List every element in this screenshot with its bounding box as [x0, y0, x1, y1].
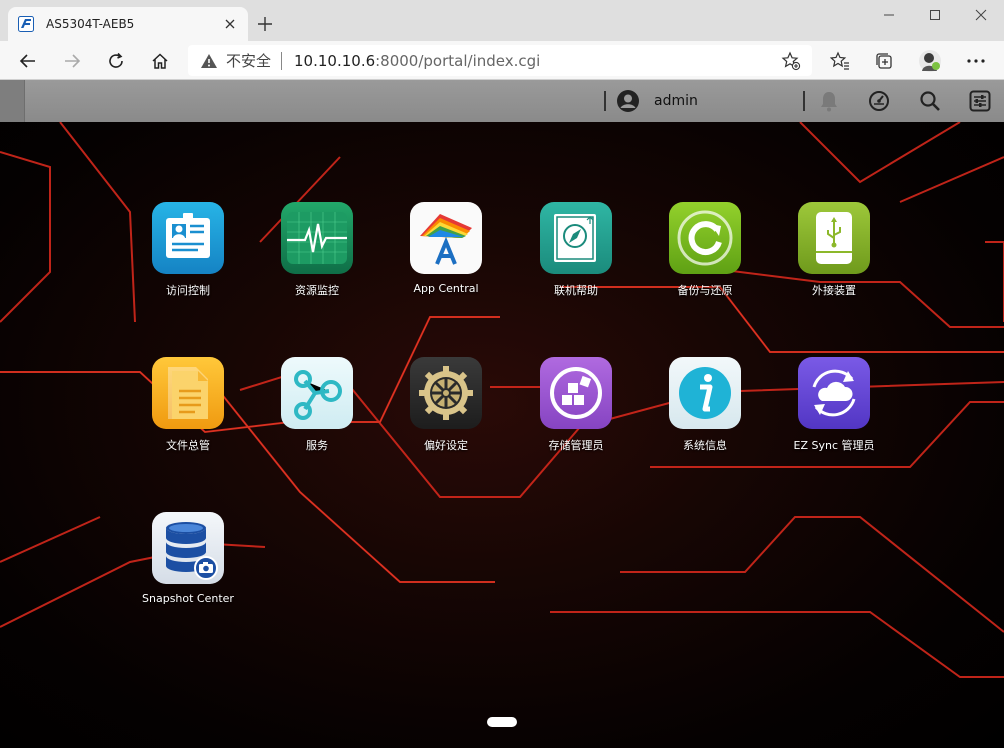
app-storage-manager[interactable]: 存储管理员 — [521, 357, 631, 453]
app-online-help[interactable]: 联机帮助 — [521, 202, 631, 298]
app-label: 联机帮助 — [554, 284, 598, 297]
app-label: 偏好设定 — [424, 439, 468, 452]
app-label: 外接装置 — [812, 284, 856, 297]
app-resource-monitor[interactable]: 资源监控 — [262, 202, 372, 298]
search-icon[interactable] — [918, 89, 942, 113]
forward-button[interactable] — [57, 46, 87, 76]
backup-restore-icon — [669, 202, 741, 274]
app-label: App Central — [413, 282, 479, 295]
browser-toolbar: 不安全 10.10.10.6:8000/portal/index.cgi — [0, 41, 1004, 80]
app-services[interactable]: 服务 — [262, 357, 372, 453]
taskbar-left-block[interactable] — [0, 80, 25, 122]
tab-title: AS5304T-AEB5 — [46, 17, 135, 31]
add-favorite-icon[interactable] — [780, 50, 802, 72]
app-label: 文件总管 — [166, 439, 210, 452]
back-button[interactable] — [13, 46, 43, 76]
user-menu[interactable]: admin — [616, 89, 698, 113]
app-label: 备份与还原 — [677, 284, 733, 297]
new-tab-button[interactable] — [254, 13, 276, 35]
preferences-icon — [410, 357, 482, 429]
notification-bell-icon[interactable] — [817, 89, 841, 113]
app-access-control[interactable]: 访问控制 — [133, 202, 243, 298]
app-label: 存储管理员 — [548, 439, 604, 452]
header-divider — [604, 91, 606, 111]
app-preferences[interactable]: 偏好设定 — [391, 357, 501, 453]
address-divider — [281, 51, 283, 70]
services-icon — [281, 357, 353, 429]
profile-avatar[interactable] — [916, 47, 944, 75]
app-file-explorer[interactable]: 文件总管 — [133, 357, 243, 453]
resource-monitor-icon — [281, 202, 353, 274]
adm-header-bar: admin — [0, 80, 1004, 122]
snapshot-center-icon — [152, 512, 224, 584]
home-button[interactable] — [145, 46, 175, 76]
app-app-central[interactable]: App Central — [391, 202, 501, 295]
app-snapshot-center[interactable]: Snapshot Center — [133, 512, 243, 605]
app-ez-sync-manager[interactable]: EZ Sync 管理员 — [779, 357, 889, 453]
app-central-icon — [410, 202, 482, 274]
storage-manager-icon — [540, 357, 612, 429]
favorites-icon[interactable] — [826, 47, 854, 75]
ez-sync-icon — [798, 357, 870, 429]
access-control-icon — [152, 202, 224, 274]
warning-icon[interactable] — [200, 52, 218, 70]
asustor-favicon-icon — [18, 16, 34, 32]
activity-monitor-icon[interactable] — [867, 89, 891, 113]
more-menu-icon[interactable] — [962, 47, 990, 75]
system-info-icon — [669, 357, 741, 429]
settings-panel-icon[interactable] — [968, 89, 992, 113]
url-host: 10.10.10.6 — [294, 51, 376, 70]
browser-tab-strip: AS5304T-AEB5 — [0, 0, 1004, 41]
address-bar[interactable]: 不安全 10.10.10.6:8000/portal/index.cgi — [188, 45, 812, 76]
collections-icon[interactable] — [870, 47, 898, 75]
app-backup-restore[interactable]: 备份与还原 — [650, 202, 760, 298]
app-external-devices[interactable]: 外接装置 — [779, 202, 889, 298]
app-system-info[interactable]: 系统信息 — [650, 357, 760, 453]
tab-close-icon[interactable] — [222, 16, 238, 32]
user-icon — [617, 90, 639, 112]
adm-desktop: 访问控制 资源监控 App Central 联机帮助 备份与还原 外接装置 文件… — [0, 122, 1004, 748]
page-indicator[interactable] — [487, 717, 517, 727]
app-label: EZ Sync 管理员 — [793, 439, 875, 452]
app-label: Snapshot Center — [142, 592, 234, 605]
minimize-button[interactable] — [866, 4, 912, 26]
window-close-button[interactable] — [958, 4, 1004, 26]
app-label: 资源监控 — [295, 284, 339, 297]
security-status[interactable]: 不安全 — [226, 50, 271, 71]
header-divider — [803, 91, 805, 111]
reload-button[interactable] — [101, 46, 131, 76]
app-label: 系统信息 — [683, 439, 727, 452]
app-label: 服务 — [306, 439, 328, 452]
browser-tab[interactable]: AS5304T-AEB5 — [8, 7, 248, 41]
url-path: :8000/portal/index.cgi — [375, 51, 541, 70]
external-device-icon — [798, 202, 870, 274]
maximize-button[interactable] — [912, 4, 958, 26]
online-help-icon — [540, 202, 612, 274]
username: admin — [654, 93, 698, 109]
file-explorer-icon — [152, 357, 224, 429]
app-label: 访问控制 — [166, 284, 210, 297]
